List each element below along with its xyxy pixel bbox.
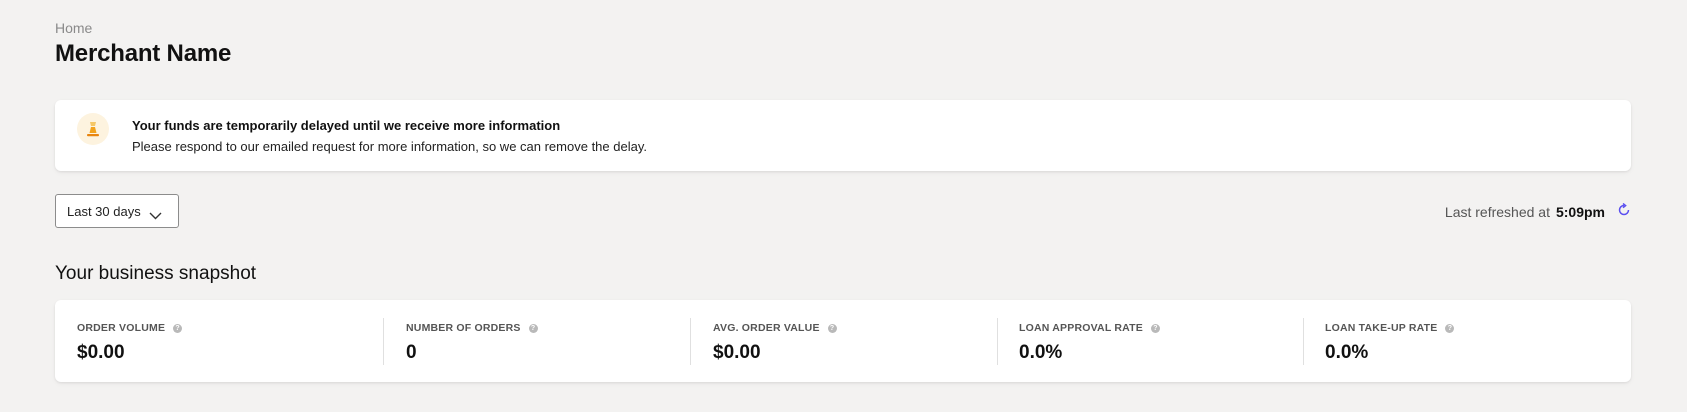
metric-label: LOAN TAKE-UP RATE bbox=[1325, 322, 1438, 334]
last-refreshed: Last refreshed at 5:09pm bbox=[1444, 202, 1631, 220]
hourglass-icon bbox=[77, 113, 109, 145]
snapshot-metrics: ORDER VOLUME ? $0.00 NUMBER OF ORDERS ? … bbox=[55, 300, 1631, 382]
metric-loan-take-up-rate: LOAN TAKE-UP RATE ? 0.0% bbox=[1303, 300, 1631, 382]
chevron-down-icon bbox=[149, 207, 162, 225]
refresh-label: Last refreshed at bbox=[1444, 203, 1550, 220]
help-icon[interactable]: ? bbox=[1445, 323, 1455, 333]
alert-title: Your funds are temporarily delayed until… bbox=[132, 118, 561, 133]
metric-label: AVG. ORDER VALUE bbox=[713, 322, 820, 334]
metric-avg-order-value: AVG. ORDER VALUE ? $0.00 bbox=[691, 300, 997, 382]
metric-value: 0.0% bbox=[1019, 342, 1063, 363]
alert-body: Please respond to our emailed request fo… bbox=[132, 139, 647, 154]
metric-number-of-orders: NUMBER OF ORDERS ? 0 bbox=[384, 300, 690, 382]
metric-label: ORDER VOLUME bbox=[77, 322, 166, 334]
help-icon[interactable]: ? bbox=[1150, 323, 1160, 333]
breadcrumb[interactable]: Home bbox=[55, 20, 92, 36]
help-icon[interactable]: ? bbox=[827, 323, 837, 333]
help-icon[interactable]: ? bbox=[173, 323, 183, 333]
snapshot-title: Your business snapshot bbox=[55, 263, 257, 284]
metric-value: 0 bbox=[406, 342, 417, 363]
metric-label: NUMBER OF ORDERS bbox=[406, 322, 521, 334]
page-title: Merchant Name bbox=[55, 40, 232, 67]
date-range-value: Last 30 days bbox=[67, 204, 141, 219]
funds-delayed-alert: Your funds are temporarily delayed until… bbox=[55, 100, 1631, 171]
refresh-time: 5:09pm bbox=[1555, 203, 1605, 220]
metric-label: LOAN APPROVAL RATE bbox=[1019, 322, 1143, 334]
date-range-select[interactable]: Last 30 days bbox=[55, 194, 179, 228]
metric-value: $0.00 bbox=[713, 342, 761, 363]
refresh-icon[interactable] bbox=[1617, 202, 1631, 220]
help-icon[interactable]: ? bbox=[528, 323, 538, 333]
metric-value: $0.00 bbox=[77, 342, 125, 363]
metric-value: 0.0% bbox=[1325, 342, 1369, 363]
metric-loan-approval-rate: LOAN APPROVAL RATE ? 0.0% bbox=[997, 300, 1303, 382]
metric-order-volume: ORDER VOLUME ? $0.00 bbox=[55, 300, 383, 382]
